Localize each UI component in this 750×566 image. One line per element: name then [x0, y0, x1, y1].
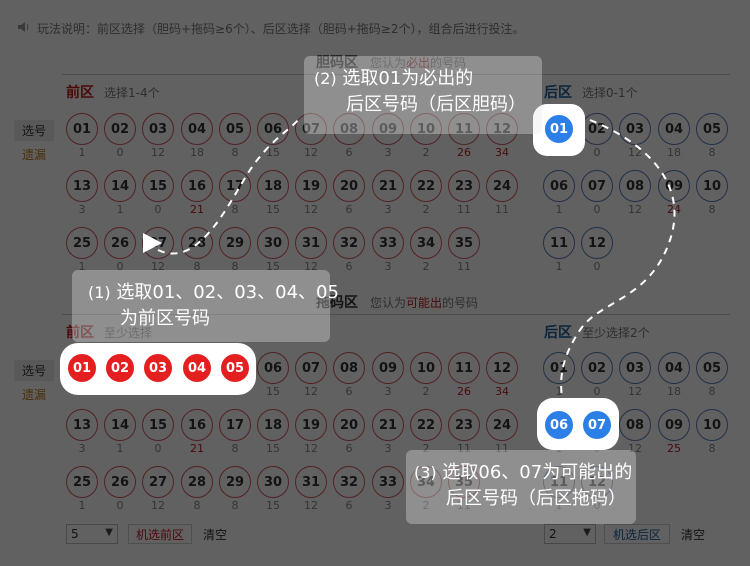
note-2: (2) 选取01为必出的 后区号码（后区胆码） — [314, 68, 526, 115]
cursor-arrow-icon — [140, 230, 166, 260]
note-1: (1) 选取01、02、03、04、05 为前区号码 — [88, 282, 339, 329]
note-3: (3) 选取06、07为可能出的 后区号码（后区拖码） — [414, 462, 633, 509]
